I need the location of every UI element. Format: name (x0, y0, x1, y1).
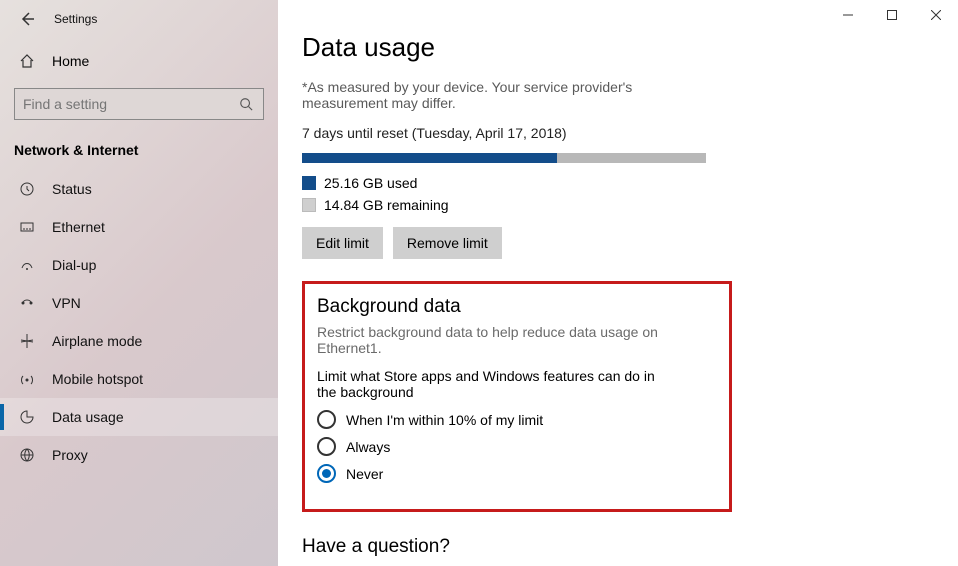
question-header: Have a question? (302, 536, 926, 558)
measured-note: *As measured by your device. Your servic… (302, 79, 702, 111)
ethernet-icon (18, 218, 36, 236)
vpn-icon (18, 294, 36, 312)
nav-item-ethernet[interactable]: Ethernet (0, 208, 278, 246)
main-panel: Data usage x *As measured by your device… (278, 0, 958, 566)
nav-item-datausage[interactable]: Data usage (0, 398, 278, 436)
sidebar: Settings Home Network & Internet Status E… (0, 0, 278, 566)
radio-option-2[interactable]: Never (317, 464, 713, 483)
radio-option-1[interactable]: Always (317, 437, 713, 456)
background-limit-label: Limit what Store apps and Windows featur… (317, 368, 667, 400)
background-data-title: Background data (317, 296, 713, 318)
nav-home[interactable]: Home (0, 42, 278, 80)
nav-item-proxy[interactable]: Proxy (0, 436, 278, 474)
proxy-icon (18, 446, 36, 464)
radio-option-0[interactable]: When I'm within 10% of my limit (317, 410, 713, 429)
hotspot-icon (18, 370, 36, 388)
minimize-button[interactable] (826, 0, 870, 30)
page-title: Data usage (302, 32, 926, 63)
search-input[interactable] (23, 96, 237, 112)
nav-item-label: Proxy (52, 447, 88, 463)
nav-item-label: Dial-up (52, 257, 96, 273)
status-icon (18, 180, 36, 198)
nav-item-label: VPN (52, 295, 81, 311)
radio-icon (317, 464, 336, 483)
search-icon (237, 95, 255, 113)
background-data-sub: Restrict background data to help reduce … (317, 324, 713, 356)
back-button[interactable] (18, 10, 36, 28)
window-title: Settings (54, 12, 97, 26)
legend-remaining: 14.84 GB remaining (302, 197, 926, 213)
nav-home-label: Home (52, 53, 89, 69)
nav-item-label: Airplane mode (52, 333, 142, 349)
category-header: Network & Internet (0, 138, 278, 170)
radio-icon (317, 437, 336, 456)
remove-limit-button[interactable]: Remove limit (393, 227, 502, 259)
nav-item-dialup[interactable]: Dial-up (0, 246, 278, 284)
remaining-swatch-icon (302, 198, 316, 212)
nav-item-label: Data usage (52, 409, 124, 425)
titlebar (278, 0, 958, 30)
close-button[interactable] (914, 0, 958, 30)
nav-item-status[interactable]: Status (0, 170, 278, 208)
home-icon (18, 52, 36, 70)
maximize-button[interactable] (870, 0, 914, 30)
radio-icon (317, 410, 336, 429)
reset-info: 7 days until reset (Tuesday, April 17, 2… (302, 125, 926, 141)
usage-bar-fill (302, 153, 557, 163)
partial-cutoff-header: x (302, 65, 926, 73)
nav-item-label: Mobile hotspot (52, 371, 143, 387)
usage-bar (302, 153, 706, 163)
dialup-icon (18, 256, 36, 274)
radio-label: Always (346, 439, 390, 455)
edit-limit-button[interactable]: Edit limit (302, 227, 383, 259)
nav-item-vpn[interactable]: VPN (0, 284, 278, 322)
radio-label: When I'm within 10% of my limit (346, 412, 543, 428)
nav-item-label: Status (52, 181, 92, 197)
used-swatch-icon (302, 176, 316, 190)
nav-item-hotspot[interactable]: Mobile hotspot (0, 360, 278, 398)
search-box[interactable] (14, 88, 264, 120)
nav-item-airplane[interactable]: Airplane mode (0, 322, 278, 360)
background-data-highlight: Background data Restrict background data… (302, 281, 732, 512)
airplane-icon (18, 332, 36, 350)
datausage-icon (18, 408, 36, 426)
radio-label: Never (346, 466, 383, 482)
nav-item-label: Ethernet (52, 219, 105, 235)
legend-used: 25.16 GB used (302, 175, 926, 191)
